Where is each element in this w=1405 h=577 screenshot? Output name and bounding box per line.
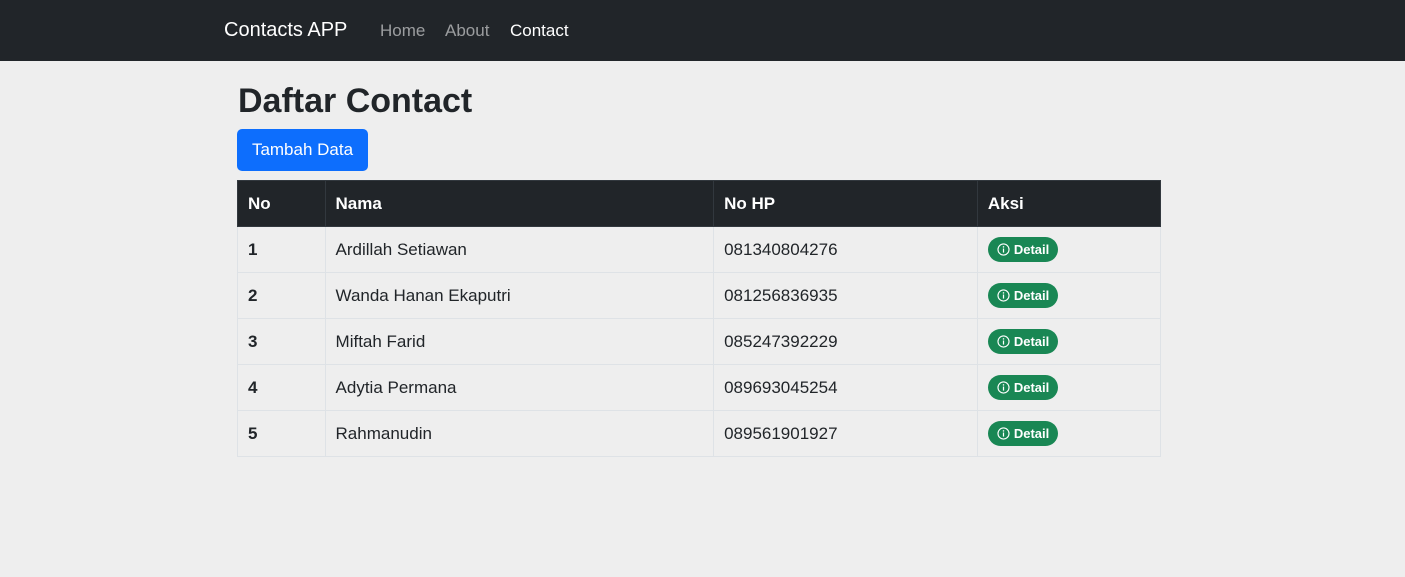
table-row: 2 Wanda Hanan Ekaputri 081256836935 Detail — [237, 272, 1162, 319]
navbar: Contacts APP Home About Contact — [0, 0, 1405, 61]
detail-button-label: Detail — [1013, 242, 1050, 257]
nav-link-home[interactable]: Home — [380, 20, 425, 42]
header-nama: Nama — [324, 180, 715, 227]
table-body: 1 Ardillah Setiawan 081340804276 Detail 2 Wan… — [237, 226, 1162, 457]
cell-no: 4 — [237, 364, 326, 411]
table-row: 5 Rahmanudin 089561901927 Detail — [237, 410, 1162, 457]
cell-no-hp: 089693045254 — [713, 364, 978, 411]
cell-no: 2 — [237, 272, 326, 319]
cell-no-hp: 081340804276 — [713, 226, 978, 273]
cell-nama: Adytia Permana — [324, 364, 715, 411]
detail-button[interactable]: Detail — [987, 237, 1059, 262]
cell-no: 1 — [237, 226, 326, 273]
detail-button-label: Detail — [1013, 380, 1050, 395]
nav-link-contact[interactable]: Contact — [510, 20, 569, 42]
navbar-brand[interactable]: Contacts APP — [224, 17, 347, 43]
detail-button-label: Detail — [1013, 288, 1050, 303]
cell-aksi: Detail — [976, 318, 1162, 365]
detail-button-label: Detail — [1013, 334, 1050, 349]
cell-aksi: Detail — [976, 410, 1162, 457]
cell-nama: Rahmanudin — [324, 410, 715, 457]
info-circle-icon — [997, 335, 1010, 348]
page-title: Daftar Contact — [238, 82, 473, 120]
detail-button[interactable]: Detail — [987, 329, 1059, 354]
table-header: No Nama No HP Aksi — [237, 180, 1162, 227]
header-no: No — [237, 180, 326, 227]
detail-button-label: Detail — [1013, 426, 1050, 441]
detail-button[interactable]: Detail — [987, 375, 1059, 400]
cell-aksi: Detail — [976, 364, 1162, 411]
cell-nama: Miftah Farid — [324, 318, 715, 365]
add-data-button[interactable]: Tambah Data — [237, 129, 368, 171]
cell-aksi: Detail — [976, 226, 1162, 273]
info-circle-icon — [997, 427, 1010, 440]
cell-no: 5 — [237, 410, 326, 457]
cell-nama: Ardillah Setiawan — [324, 226, 715, 273]
nav-link-about[interactable]: About — [445, 20, 489, 42]
table-row: 4 Adytia Permana 089693045254 Detail — [237, 364, 1162, 411]
info-circle-icon — [997, 381, 1010, 394]
header-no-hp: No HP — [713, 180, 978, 227]
cell-no-hp: 085247392229 — [713, 318, 978, 365]
cell-no: 3 — [237, 318, 326, 365]
info-circle-icon — [997, 243, 1010, 256]
detail-button[interactable]: Detail — [987, 283, 1059, 308]
detail-button[interactable]: Detail — [987, 421, 1059, 446]
table-row: 1 Ardillah Setiawan 081340804276 Detail — [237, 226, 1162, 273]
cell-no-hp: 081256836935 — [713, 272, 978, 319]
header-aksi: Aksi — [976, 180, 1162, 227]
cell-no-hp: 089561901927 — [713, 410, 978, 457]
table-row: 3 Miftah Farid 085247392229 Detail — [237, 318, 1162, 365]
info-circle-icon — [997, 289, 1010, 302]
table-header-row: No Nama No HP Aksi — [237, 180, 1162, 227]
cell-nama: Wanda Hanan Ekaputri — [324, 272, 715, 319]
cell-aksi: Detail — [976, 272, 1162, 319]
contacts-table: No Nama No HP Aksi 1 Ardillah Setiawan 081… — [237, 180, 1162, 457]
